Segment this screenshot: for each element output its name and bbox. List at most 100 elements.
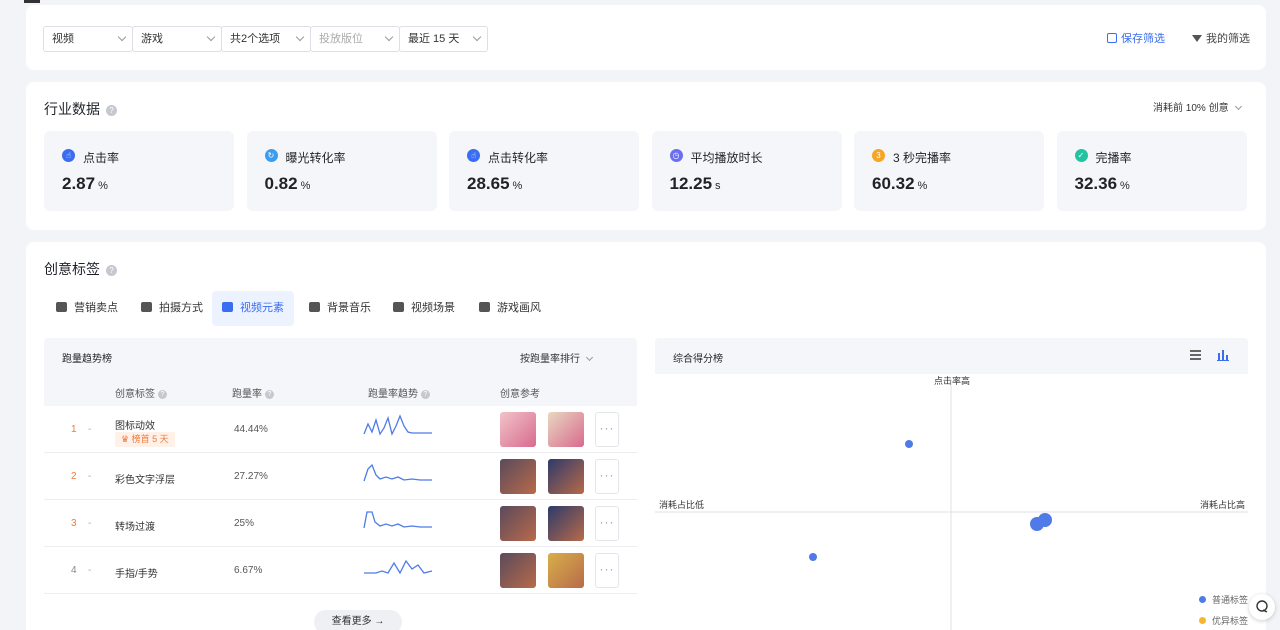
metric-label: 平均播放时长 — [690, 151, 763, 165]
palette-icon — [479, 302, 490, 312]
creative-thumbnail[interactable] — [548, 506, 584, 541]
my-filter-label: 我的筛选 — [1206, 33, 1250, 45]
my-filter-button[interactable]: 我的筛选 — [1192, 32, 1250, 46]
view-more-button[interactable]: 查看更多 → — [314, 610, 402, 630]
metric-card: ☝ 点击率 2.87% — [44, 131, 234, 211]
more-button[interactable]: ··· — [595, 459, 619, 494]
creative-thumbnail[interactable] — [500, 412, 536, 447]
music-icon — [309, 302, 320, 312]
media-select-value: 视频 — [52, 33, 74, 45]
save-filter-label: 保存筛选 — [1121, 33, 1165, 45]
help-icon[interactable]: ? — [106, 265, 117, 276]
creative-thumbnail[interactable] — [548, 459, 584, 494]
col-ref: 创意参考 — [500, 389, 540, 400]
tag-name: 图标动效 — [115, 421, 155, 432]
three-icon: 3 — [872, 149, 885, 162]
metric-number: 32.36 — [1074, 174, 1118, 193]
scatter-point[interactable] — [1030, 517, 1044, 531]
metric-value: 60.32% — [872, 174, 927, 194]
table-row[interactable]: 2- 彩色文字浮层 27.27% ··· — [44, 453, 637, 500]
tab-palette[interactable]: 游戏画风 — [469, 291, 551, 326]
creative-thumbnail[interactable] — [500, 459, 536, 494]
creative-title-text: 创意标签 — [44, 261, 100, 277]
metric-value: 28.65% — [467, 174, 522, 194]
metric-unit: % — [1120, 180, 1130, 192]
help-icon[interactable]: ? — [421, 390, 430, 399]
placement-placeholder: 投放版位 — [319, 33, 363, 45]
score-panel-header: 综合得分榜 — [655, 338, 1248, 374]
industry-select[interactable]: 游戏 — [132, 26, 222, 52]
help-icon[interactable]: ? — [158, 390, 167, 399]
legend-normal: 普通标签 — [1199, 593, 1248, 606]
industry-select-value: 游戏 — [141, 33, 163, 45]
top-badge: ♛ 榜首 5 天 — [115, 432, 175, 447]
save-icon — [1107, 33, 1117, 43]
chevron-down-icon — [117, 32, 127, 42]
tab-music[interactable]: 背景音乐 — [299, 291, 381, 326]
scope-label: 消耗前 10% 创意 — [1153, 103, 1229, 114]
creative-thumbnail[interactable] — [500, 553, 536, 588]
period-select[interactable]: 最近 15 天 — [399, 26, 488, 52]
more-button[interactable]: ··· — [595, 506, 619, 541]
metric-number: 0.82 — [264, 174, 298, 193]
creative-title: 创意标签? — [44, 259, 117, 279]
metric-value: 2.87% — [62, 174, 108, 194]
legend-excellent-label: 优异标签 — [1212, 616, 1249, 626]
tag-name: 转场过渡 — [115, 522, 155, 533]
tab-building[interactable]: 视频场景 — [383, 291, 465, 326]
metric-label: 点击率 — [83, 151, 120, 165]
bar-chart-icon[interactable] — [1217, 349, 1229, 361]
tag-name: 手指/手势 — [115, 569, 158, 580]
help-icon[interactable]: ? — [106, 105, 117, 116]
more-button[interactable]: ··· — [595, 553, 619, 588]
active-indicator — [24, 0, 40, 3]
score-panel: 综合得分榜 点击率高 消耗占比低 消耗占比高 普通标签 优异标签 — [655, 338, 1248, 630]
chevron-down-icon — [295, 32, 305, 42]
metric-label: 3 秒完播率 — [893, 151, 952, 165]
tab-label: 营销卖点 — [74, 302, 118, 314]
industry-title-text: 行业数据 — [44, 101, 100, 117]
creative-thumbnail[interactable] — [548, 412, 584, 447]
rank-panel: 跑量趋势榜 按跑量率排行 创意标签? 跑量率? 跑量率趋势? 创意参考 1- 图标… — [44, 338, 637, 630]
list-view-icon[interactable] — [1190, 350, 1202, 361]
col-trend-label: 跑量率趋势 — [368, 389, 418, 400]
tab-tag[interactable]: 营销卖点 — [46, 291, 128, 326]
help-icon[interactable]: ? — [265, 390, 274, 399]
check-circle-icon: ✓ — [1074, 149, 1088, 162]
legend-normal-label: 普通标签 — [1212, 595, 1249, 605]
clock-icon: ◷ — [669, 149, 683, 162]
media-select[interactable]: 视频 — [43, 26, 133, 52]
tab-label: 背景音乐 — [327, 302, 371, 314]
metric-card: ↻ 曝光转化率 0.82% — [246, 131, 437, 211]
more-button[interactable]: ··· — [595, 412, 619, 447]
funnel-icon — [1192, 35, 1202, 42]
chevron-down-icon — [1234, 102, 1242, 111]
chat-float-button[interactable] — [1249, 594, 1275, 620]
options-select[interactable]: 共2个选项 — [221, 26, 311, 52]
trend-sparkline — [363, 463, 432, 482]
col-tag-label: 创意标签 — [115, 389, 155, 400]
tab-label: 视频场景 — [411, 302, 455, 314]
creative-thumbnail[interactable] — [548, 553, 584, 588]
tab-camera[interactable]: 拍摄方式 — [131, 291, 213, 326]
placement-select[interactable]: 投放版位 — [310, 26, 400, 52]
creative-thumbnail[interactable] — [500, 506, 536, 541]
scatter-point[interactable] — [809, 553, 817, 561]
metric-label: 完播率 — [1095, 151, 1132, 165]
col-rate: 跑量率? — [232, 385, 274, 400]
sort-dropdown[interactable]: 按跑量率排行 — [520, 350, 594, 365]
tab-layers[interactable]: 视频元素 — [212, 291, 294, 326]
rank-change: - — [88, 471, 92, 482]
metric-unit: % — [512, 180, 523, 192]
table-row[interactable]: 1- 图标动效 ♛ 榜首 5 天 44.44% ··· — [44, 406, 637, 453]
save-filter-button[interactable]: 保存筛选 — [1107, 32, 1165, 46]
table-row[interactable]: 3- 转场过渡 25% ··· — [44, 500, 637, 547]
scatter-point[interactable] — [905, 440, 913, 448]
creative-tags-card: 创意标签? 营销卖点 拍摄方式 视频元素 背景音乐 视频场景 游戏画风 跑量趋势榜 按跑量… — [26, 242, 1266, 630]
metric-label: 点击转化率 — [488, 151, 549, 165]
scope-dropdown[interactable]: 消耗前 10% 创意 — [1153, 99, 1242, 114]
tag-icon — [56, 302, 67, 312]
metric-unit: % — [98, 180, 108, 192]
table-row[interactable]: 4- 手指/手势 6.67% ··· — [44, 547, 637, 594]
run-rate: 6.67% — [234, 565, 263, 576]
